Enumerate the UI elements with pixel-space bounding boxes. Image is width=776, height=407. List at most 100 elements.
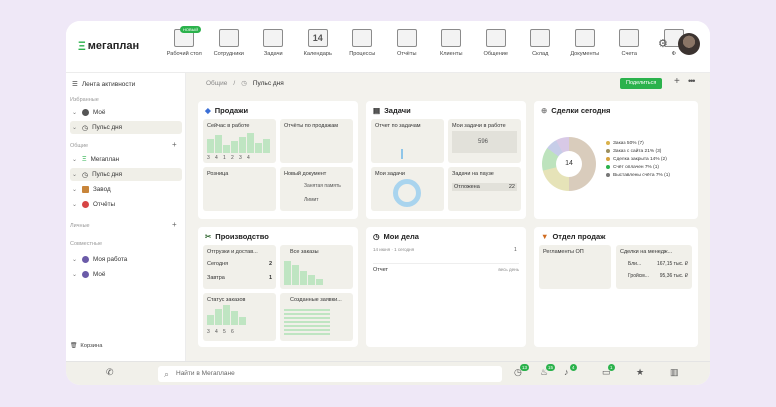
- widget-retail[interactable]: Розница: [203, 167, 276, 211]
- warehouse-icon: [530, 29, 551, 47]
- sidebar-item-factory[interactable]: ⌄ Завод: [70, 183, 182, 196]
- chevron-down-icon[interactable]: ⌄: [72, 186, 78, 193]
- order-status-bars: [207, 305, 246, 325]
- user-icon: [82, 109, 89, 116]
- gear-icon[interactable]: ⚙: [658, 37, 668, 50]
- nav-processes[interactable]: Процессы: [340, 25, 385, 71]
- nav-label: Задачи: [263, 51, 283, 57]
- widget-now-working[interactable]: Сейчас в работе 341234: [203, 119, 276, 163]
- shield-icon: ▼: [541, 232, 549, 241]
- more-menu-icon[interactable]: •••: [688, 76, 696, 86]
- widget-task-report[interactable]: Отчет по задачам: [371, 119, 444, 163]
- menu-icon: ☰: [72, 81, 78, 88]
- clock-notifications-icon[interactable]: ◷ 13: [514, 364, 530, 378]
- search-input[interactable]: Найти в Мегаплане: [158, 366, 502, 382]
- value-label: 6: [231, 329, 234, 335]
- clock-icon: ◷: [241, 80, 247, 87]
- add-common-icon[interactable]: +: [172, 140, 177, 149]
- bell-icon[interactable]: ♪ 4: [564, 364, 577, 377]
- value-label: 3: [207, 155, 210, 161]
- book-icon[interactable]: ▥: [670, 367, 679, 378]
- chat-icon[interactable]: ▭ 1: [602, 364, 615, 378]
- deals-card: ⊕ Сделки сегодня 14 Заказ 50% (7) Заказ с…: [534, 101, 698, 219]
- value-label: 3: [239, 155, 242, 161]
- deals-pie-chart: 14: [542, 137, 596, 191]
- chat-icon: [485, 29, 506, 47]
- chevron-down-icon[interactable]: ⌄: [72, 156, 78, 163]
- sidebar-item-megaplan[interactable]: ⌄ Ξ Мегаплан: [70, 153, 182, 166]
- nav-tasks[interactable]: Задачи: [251, 25, 296, 71]
- documents-icon: [574, 29, 595, 47]
- value-label: 2: [231, 155, 234, 161]
- deals-legend: Заказ 50% (7) Заказ с сайта 21% (3) Сдел…: [606, 139, 670, 179]
- widget-shipments[interactable]: Отгрузки и достав... Сегодня 2 Завтра 1: [203, 245, 276, 289]
- main-menu: Рабочий стол НОВЫЙ Сотрудники Задачи 14 Кален…: [162, 25, 696, 71]
- share-button[interactable]: Поделиться: [620, 78, 663, 89]
- nav-desktop[interactable]: Рабочий стол НОВЫЙ: [162, 25, 207, 71]
- value-label: 4: [215, 329, 218, 335]
- megaplan-logo[interactable]: Ξмегаплан: [78, 39, 139, 53]
- chevron-down-icon[interactable]: ⌄: [72, 201, 78, 208]
- trash-icon: 🗑: [70, 343, 78, 349]
- widget-paused-tasks[interactable]: Задачи на паузе Отложена 22: [448, 167, 521, 211]
- nav-warehouse[interactable]: Склад: [518, 25, 563, 71]
- order-status-values: 3456: [207, 329, 239, 335]
- section-common: Общие: [70, 143, 89, 149]
- nav-label: Календарь: [303, 51, 332, 57]
- legend-item: Заказ 50% (7): [606, 139, 670, 147]
- chevron-down-icon[interactable]: ⌄: [72, 124, 78, 131]
- created-requests-bars: [284, 309, 330, 335]
- nav-chat[interactable]: Общение: [474, 25, 519, 71]
- sidebar-item-my-work[interactable]: ⌄ Моя работа: [70, 253, 182, 266]
- new-badge: НОВЫЙ: [180, 26, 202, 33]
- section-shared: Совместные: [70, 241, 103, 247]
- widget-all-orders[interactable]: Все заказы: [280, 245, 353, 289]
- sidebar-item-moe[interactable]: ⌄ Моё: [70, 106, 182, 119]
- sales-card: ◆ Продажи Сейчас в работе 341234 Отчёты п…: [198, 101, 358, 219]
- breadcrumb-parent[interactable]: Общие: [206, 80, 227, 87]
- legend-item: Заказ с сайта 21% (3): [606, 147, 670, 155]
- nav-calendar[interactable]: 14 Календарь: [296, 25, 341, 71]
- widget-sales-reports[interactable]: Отчёты по продажам: [280, 119, 353, 163]
- widget-created-requests[interactable]: Созданные заявки...: [280, 293, 353, 341]
- sidebar-item-moe-shared[interactable]: ⌄ Моё: [70, 268, 182, 281]
- add-widget-icon[interactable]: +: [674, 76, 680, 87]
- sidebar-item-reports[interactable]: ⌄ Отчёты: [70, 198, 182, 211]
- widget-my-tasks-work[interactable]: Мои задачи в работе 596: [448, 119, 521, 163]
- plus-circle-icon: ⊕: [541, 106, 548, 115]
- fire-icon[interactable]: ♨ 15: [540, 364, 556, 378]
- chevron-down-icon[interactable]: ⌄: [72, 271, 78, 278]
- add-personal-icon[interactable]: +: [172, 220, 177, 229]
- clock-icon: ◷: [82, 124, 89, 132]
- widget-my-tasks[interactable]: Мои задачи: [371, 167, 444, 211]
- chevron-down-icon[interactable]: ⌄: [72, 109, 78, 116]
- nav-documents[interactable]: Документы: [563, 25, 608, 71]
- activity-feed-link[interactable]: ☰ Лента активности: [72, 80, 135, 89]
- breadcrumb: Общие / ◷ Пульс дня: [206, 79, 284, 88]
- nav-employees[interactable]: Сотрудники: [207, 25, 252, 71]
- chevron-down-icon[interactable]: ⌄: [72, 256, 78, 263]
- sidebar-item-pulse[interactable]: ⌄ ◷ Пульс дня: [70, 121, 182, 134]
- phone-icon[interactable]: ✆: [106, 367, 114, 378]
- clock-icon: ◷: [373, 232, 380, 241]
- nav-reports[interactable]: Отчёты: [385, 25, 430, 71]
- widget-order-status[interactable]: Статус заказов 3456: [203, 293, 276, 341]
- star-icon[interactable]: ★: [636, 367, 644, 378]
- avatar[interactable]: [678, 33, 700, 55]
- nav-label: Процессы: [349, 51, 376, 57]
- nav-clients[interactable]: Клиенты: [429, 25, 474, 71]
- value-label: 3: [207, 329, 210, 335]
- widget-manager-deals[interactable]: Сделки на менедж... Бли... 167,15 тыс. ₽ …: [616, 245, 692, 289]
- chevron-down-icon[interactable]: ⌄: [72, 171, 78, 178]
- my-tasks-donut: [393, 179, 421, 207]
- affair-item[interactable]: Отчет весь день: [373, 263, 519, 273]
- legend-item: Счёт оплачен 7% (1): [606, 163, 670, 171]
- trash-link[interactable]: 🗑 Корзина: [70, 343, 102, 349]
- nav-label: Рабочий стол: [166, 51, 202, 57]
- now-working-values: 341234: [207, 155, 255, 161]
- nav-invoices[interactable]: Счета: [607, 25, 652, 71]
- sales-dept-card: ▼ Отдел продаж Регламенты ОП Сделки на ме…: [534, 227, 698, 347]
- widget-new-document[interactable]: Новый документ Занятая память Лимит: [280, 167, 353, 211]
- widget-regulations[interactable]: Регламенты ОП: [539, 245, 611, 289]
- sidebar-item-pulse-common[interactable]: ⌄ ◷ Пульс дня: [70, 168, 182, 181]
